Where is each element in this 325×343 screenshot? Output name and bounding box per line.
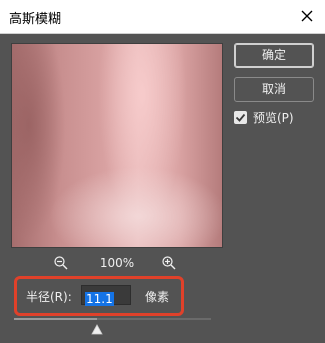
zoom-out-icon[interactable] [53,255,69,271]
dialog-title: 高斯模糊 [9,12,62,27]
zoom-level: 100% [99,256,135,270]
cancel-button[interactable]: 取消 [234,77,314,102]
gaussian-blur-dialog: 高斯模糊 确定 取消 预览(P) 100% 半径(R): 11.1 像素 [0,0,325,343]
radius-slider-fill [14,318,97,320]
radius-label: 半径(R): [26,290,72,304]
preview-label: 预览(P) [253,111,294,125]
radius-highlight-box: 半径(R): 11.1 像素 [14,276,184,316]
close-icon[interactable] [297,6,317,26]
blur-preview-image[interactable] [11,43,223,248]
triangle-up-icon[interactable] [91,320,103,335]
ok-button[interactable]: 确定 [234,43,314,68]
title-bar: 高斯模糊 [0,0,325,34]
zoom-bar: 100% [11,254,221,272]
radius-value: 11.1 [85,292,114,306]
radius-input[interactable]: 11.1 [81,285,131,306]
preview-checkbox[interactable]: 预览(P) [234,109,294,127]
radius-slider[interactable] [14,318,211,320]
checkmark-icon[interactable] [234,111,247,124]
radius-unit: 像素 [145,290,170,304]
zoom-in-icon[interactable] [161,255,177,271]
